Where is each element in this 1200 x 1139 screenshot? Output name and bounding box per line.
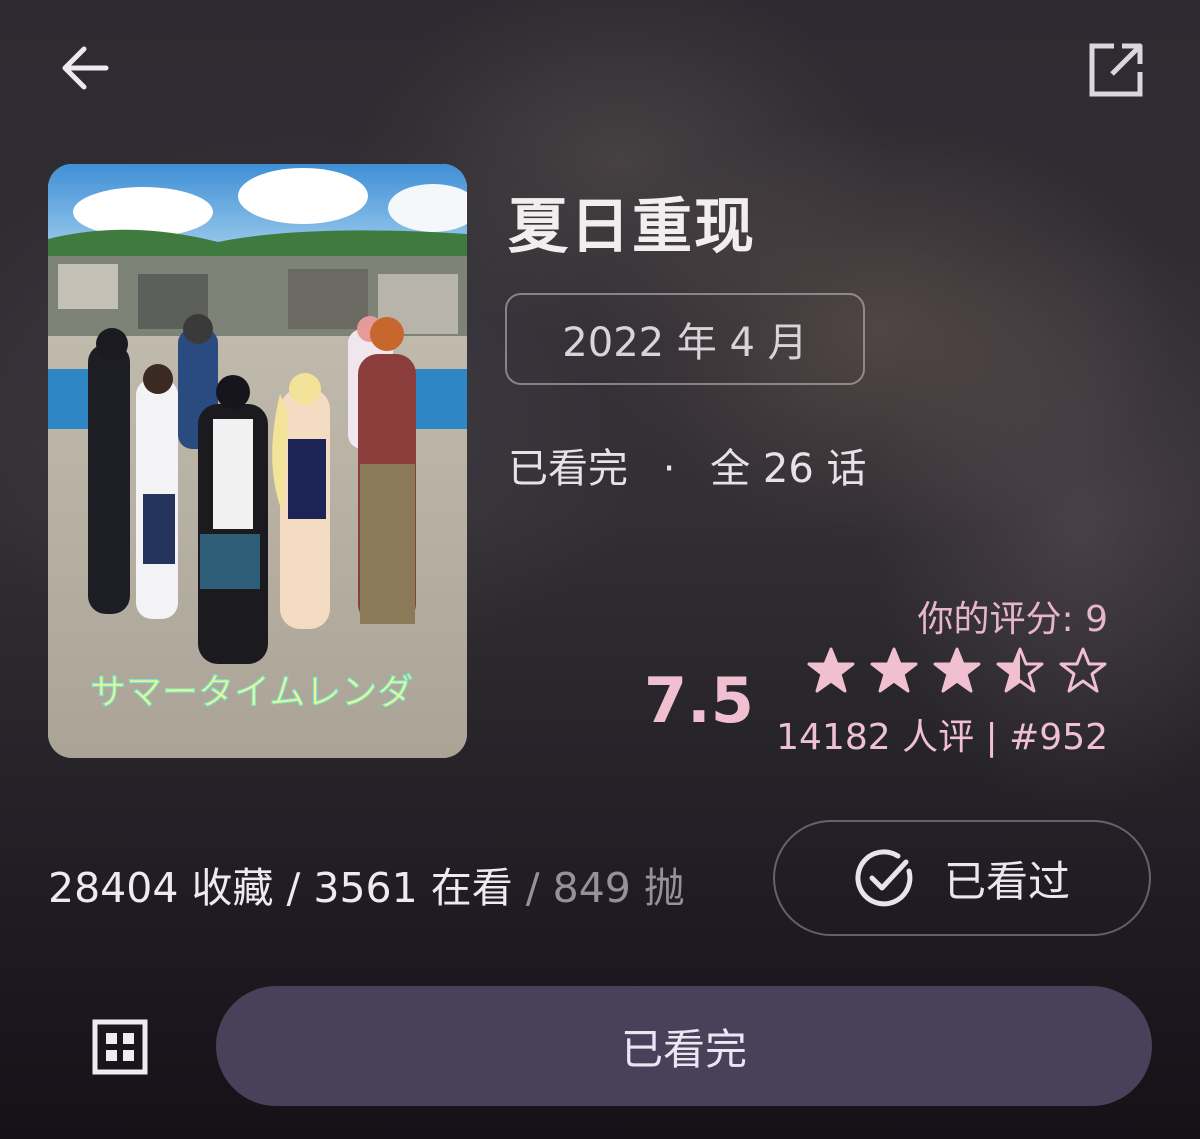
- star-empty-icon[interactable]: [1058, 646, 1108, 696]
- collected-count: 28404 收藏: [48, 864, 274, 912]
- air-date-text: 2022 年 4 月: [562, 320, 808, 366]
- watch-status: 已看完: [508, 446, 628, 492]
- check-circle-icon: [855, 849, 913, 907]
- anime-poster[interactable]: サマータイムレンダ: [48, 164, 467, 758]
- separator-dot: ·: [662, 446, 676, 492]
- star-full-icon[interactable]: [806, 646, 856, 696]
- watch-status-line: 已看完 · 全 26 话: [508, 436, 866, 494]
- star-half-icon[interactable]: [995, 646, 1045, 696]
- poster-artwork: サマータイムレンダ: [48, 164, 467, 758]
- grid-button[interactable]: [92, 1019, 148, 1075]
- average-score: 7.5: [644, 664, 754, 737]
- star-full-icon[interactable]: [869, 646, 919, 696]
- stats-separator: /: [512, 864, 553, 912]
- watched-button[interactable]: 已看过: [773, 820, 1151, 936]
- your-rating: 你的评分: 9: [917, 599, 1108, 640]
- stats-separator: /: [273, 864, 314, 912]
- grid-icon: [92, 1019, 148, 1075]
- air-date-chip[interactable]: 2022 年 4 月: [505, 293, 865, 385]
- open-external-button[interactable]: [1086, 40, 1146, 100]
- back-button[interactable]: [54, 38, 114, 98]
- watch-status-button-label: 已看完: [620, 1024, 747, 1074]
- dropped-count: 849 抛: [552, 864, 685, 912]
- anime-title: 夏日重现: [508, 192, 756, 262]
- open-in-new-icon: [1089, 43, 1143, 97]
- watching-count: 3561 在看: [313, 864, 513, 912]
- watch-status-button[interactable]: 已看完: [216, 986, 1152, 1106]
- votes-and-rank: 14182 人评 | #952: [776, 717, 1108, 758]
- star-full-icon[interactable]: [932, 646, 982, 696]
- episode-count: 全 26 话: [710, 446, 867, 492]
- poster-logo: サマータイムレンダ: [90, 672, 413, 713]
- arrow-left-icon: [62, 46, 109, 90]
- star-rating[interactable]: [806, 646, 1108, 696]
- collection-stats: 28404 收藏 / 3561 在看 / 849 抛: [48, 854, 685, 914]
- watched-button-label: 已看过: [943, 856, 1070, 906]
